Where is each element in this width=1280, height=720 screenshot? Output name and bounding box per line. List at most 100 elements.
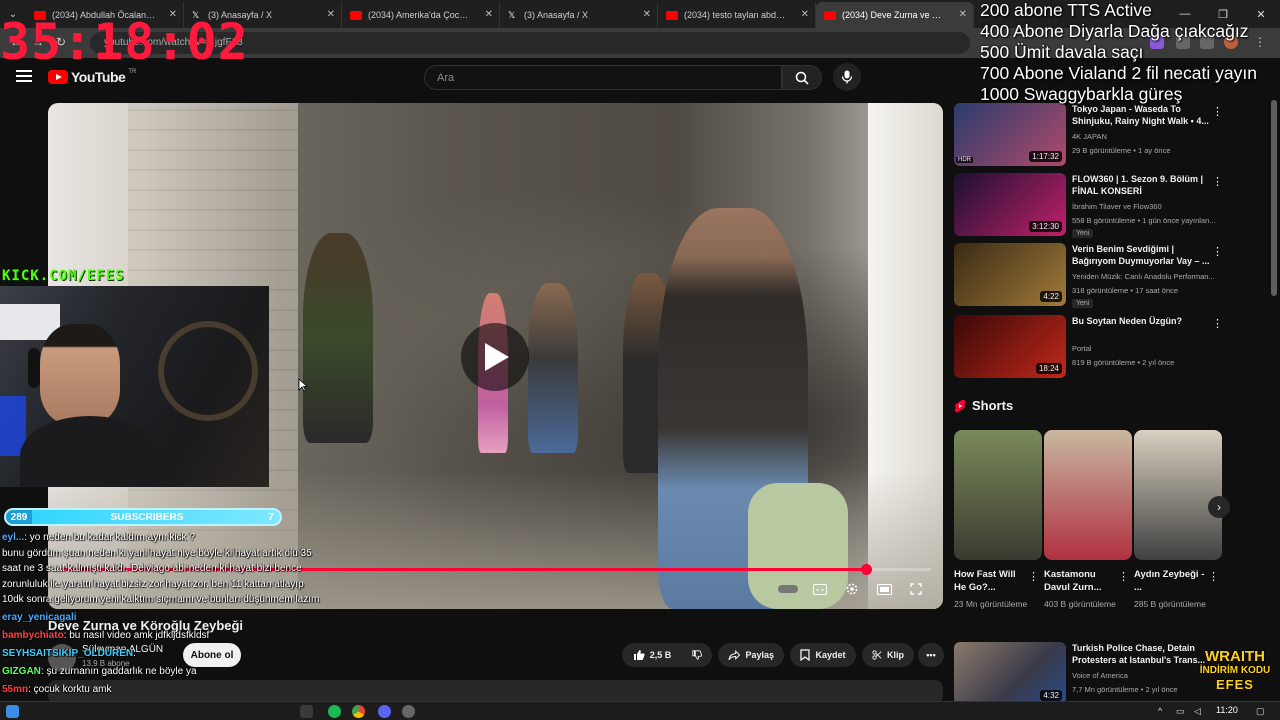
obs-icon[interactable] xyxy=(402,705,415,718)
more-options-icon[interactable]: ⋮ xyxy=(1212,105,1223,118)
chat-message: bunu gördüm şuan neden ki yani hayat niy… xyxy=(2,548,312,559)
chrome-icon[interactable] xyxy=(352,705,365,718)
close-tab-icon[interactable]: ✕ xyxy=(485,9,493,20)
dislike-button[interactable] xyxy=(682,643,712,667)
shorts-next-button[interactable]: › xyxy=(1208,496,1230,518)
browser-tab[interactable]: 𝕏 (3) Anasayfa / X ✕ xyxy=(500,2,658,28)
stream-timer: 35:18:02 xyxy=(0,13,249,71)
headphones-icon xyxy=(28,348,40,388)
chat-text: : şu zurnanın gaddarlık ne böyle ya xyxy=(40,666,197,677)
more-actions-button[interactable]: ••• xyxy=(918,643,944,667)
video-title[interactable]: Verin Benim Sevdiğimi | Bağırıyom Duymuy… xyxy=(1072,243,1214,267)
youtube-play-icon xyxy=(48,70,68,84)
browser-tab[interactable]: (2034) testo taylan abdullah öc ✕ xyxy=(658,2,816,28)
more-options-icon[interactable]: ⋮ xyxy=(1118,570,1129,583)
youtube-logo[interactable]: YouTube TR xyxy=(48,69,136,85)
video-title[interactable]: FLOW360 | 1. Sezon 9. Bölüm | FİNAL KONS… xyxy=(1072,173,1214,197)
share-button[interactable]: Paylaş xyxy=(718,643,784,667)
more-options-icon[interactable]: ⋮ xyxy=(1028,570,1039,583)
video-title[interactable]: Bu Soytan Neden Üzgün? xyxy=(1072,315,1214,327)
recommendation-item[interactable]: 4:22 Verin Benim Sevdiğimi | Bağırıyom Du… xyxy=(954,243,1264,308)
video-thumbnail[interactable]: 4:32 xyxy=(954,642,1066,705)
video-duration: 3:12:30 xyxy=(1029,221,1062,232)
spotify-icon[interactable] xyxy=(328,705,341,718)
channel-name[interactable]: İbrahim Tilaver ve Flow360 xyxy=(1072,202,1222,211)
chat-message: eray_yenicagali xyxy=(2,612,77,623)
tray-chevron-icon[interactable]: ^ xyxy=(1158,706,1162,716)
volume-icon[interactable]: ◁ xyxy=(1194,706,1201,717)
channel-name[interactable]: 4K JAPAN xyxy=(1072,132,1222,141)
video-thumbnail[interactable]: 1:17:32 HDR xyxy=(954,103,1066,166)
channel-name[interactable]: Portal xyxy=(1072,344,1222,353)
chat-username: bambychiato xyxy=(2,630,64,641)
fullscreen-icon[interactable] xyxy=(906,581,926,597)
recommendation-item[interactable]: 3:12:30 FLOW360 | 1. Sezon 9. Bölüm | FİN… xyxy=(954,173,1264,238)
network-icon[interactable]: ▭ xyxy=(1176,706,1185,717)
short-title[interactable]: Kastamonu Davul Zurn... xyxy=(1044,568,1120,594)
autoplay-toggle[interactable] xyxy=(778,581,798,597)
notification-icon[interactable]: ▢ xyxy=(1256,706,1265,717)
clip-button[interactable]: Klip xyxy=(862,643,914,667)
short-title[interactable]: Aydın Zeybeği - ... xyxy=(1134,568,1210,594)
voice-search-button[interactable] xyxy=(833,63,861,91)
progress-scrubber[interactable] xyxy=(860,564,872,575)
video-title[interactable]: Tokyo Japan - Waseda To Shinjuku, Rainy … xyxy=(1072,103,1214,127)
browser-tab[interactable]: (2034) Deve Zurna ve Köroğlu ✕ xyxy=(816,2,974,28)
more-options-icon[interactable]: ⋮ xyxy=(1208,570,1219,583)
windows-start-icon[interactable] xyxy=(6,705,19,718)
video-thumbnail[interactable]: 18:24 xyxy=(954,315,1066,378)
close-tab-icon[interactable]: ✕ xyxy=(959,9,967,20)
tab-title: (2034) Deve Zurna ve Köroğlu xyxy=(842,10,947,20)
recommendation-item[interactable]: 18:24 Bu Soytan Neden Üzgün? Portal 819 B g… xyxy=(954,315,1264,379)
short-thumbnail[interactable] xyxy=(1134,430,1222,560)
shorts-icon xyxy=(954,399,966,412)
hdr-badge: HDR xyxy=(956,157,973,163)
taskbar-app-icon[interactable] xyxy=(300,705,313,718)
short-card[interactable]: Aydın Zeybeği - ... 285 B görüntüleme ⋮ xyxy=(1134,430,1222,609)
close-tab-icon[interactable]: ✕ xyxy=(643,9,651,20)
recommendation-item[interactable]: 1:17:32 HDR Tokyo Japan - Waseda To Shinju… xyxy=(954,103,1264,167)
more-options-icon[interactable]: ⋮ xyxy=(1212,317,1223,330)
save-button[interactable]: Kaydet xyxy=(790,643,856,667)
scrollbar[interactable] xyxy=(1271,100,1277,296)
chat-message: saat ne 3 saat kalmışti kaldı. Delviago … xyxy=(2,563,302,574)
play-button[interactable] xyxy=(461,323,529,391)
settings-gear-icon[interactable] xyxy=(842,581,862,597)
subtitles-icon[interactable] xyxy=(810,581,830,597)
like-button[interactable]: 2,5 B xyxy=(622,643,682,667)
short-title[interactable]: How Fast Will He Go?... xyxy=(954,568,1030,594)
menu-icon[interactable] xyxy=(16,70,32,85)
video-bag xyxy=(748,483,848,609)
video-meta: 318 görüntüleme • 17 saat önce xyxy=(1072,286,1179,295)
short-card[interactable]: Kastamonu Davul Zurn... 403 B görüntüleme… xyxy=(1044,430,1132,609)
video-thumbnail[interactable]: 3:12:30 xyxy=(954,173,1066,236)
chat-text: : xyxy=(133,648,136,659)
short-card[interactable]: How Fast Will He Go?... 23 Mn görüntüleme… xyxy=(954,430,1042,609)
goal-line: 200 abone TTS Active xyxy=(980,0,1152,20)
search-input[interactable]: Ara xyxy=(424,65,782,90)
more-options-icon[interactable]: ⋮ xyxy=(1212,245,1223,258)
more-options-icon[interactable]: ⋮ xyxy=(1212,175,1223,188)
mouse-cursor-icon xyxy=(298,378,308,392)
short-thumbnail[interactable] xyxy=(954,430,1042,560)
subscribe-button[interactable]: Abone ol xyxy=(183,643,241,667)
webcam-streamer-body xyxy=(20,416,160,487)
tab-title: (2034) Amerika'da Çocuk Katili xyxy=(368,10,473,20)
chat-text: : çocuk korktu amk xyxy=(28,684,112,695)
kick-channel-label: KICK.COM/EFES xyxy=(2,268,125,284)
channel-name[interactable]: Yeniden Müzik: Canlı Anadolu Performan..… xyxy=(1072,272,1222,281)
theater-mode-icon[interactable] xyxy=(874,581,894,597)
short-views: 403 B görüntüleme xyxy=(1044,599,1116,609)
close-tab-icon[interactable]: ✕ xyxy=(327,9,335,20)
video-duration: 1:17:32 xyxy=(1029,151,1062,162)
taskbar-clock: 11:20 xyxy=(1216,705,1238,715)
browser-tab[interactable]: (2034) Amerika'da Çocuk Katili ✕ xyxy=(342,2,500,28)
discord-icon[interactable] xyxy=(378,705,391,718)
close-tab-icon[interactable]: ✕ xyxy=(801,9,809,20)
shorts-heading-label: Shorts xyxy=(972,398,1014,413)
thumbs-down-icon xyxy=(692,650,702,660)
short-thumbnail[interactable] xyxy=(1044,430,1132,560)
video-meta: 819 B görüntüleme • 2 yıl önce xyxy=(1072,358,1175,367)
search-button[interactable] xyxy=(782,65,822,90)
video-thumbnail[interactable]: 4:22 xyxy=(954,243,1066,306)
